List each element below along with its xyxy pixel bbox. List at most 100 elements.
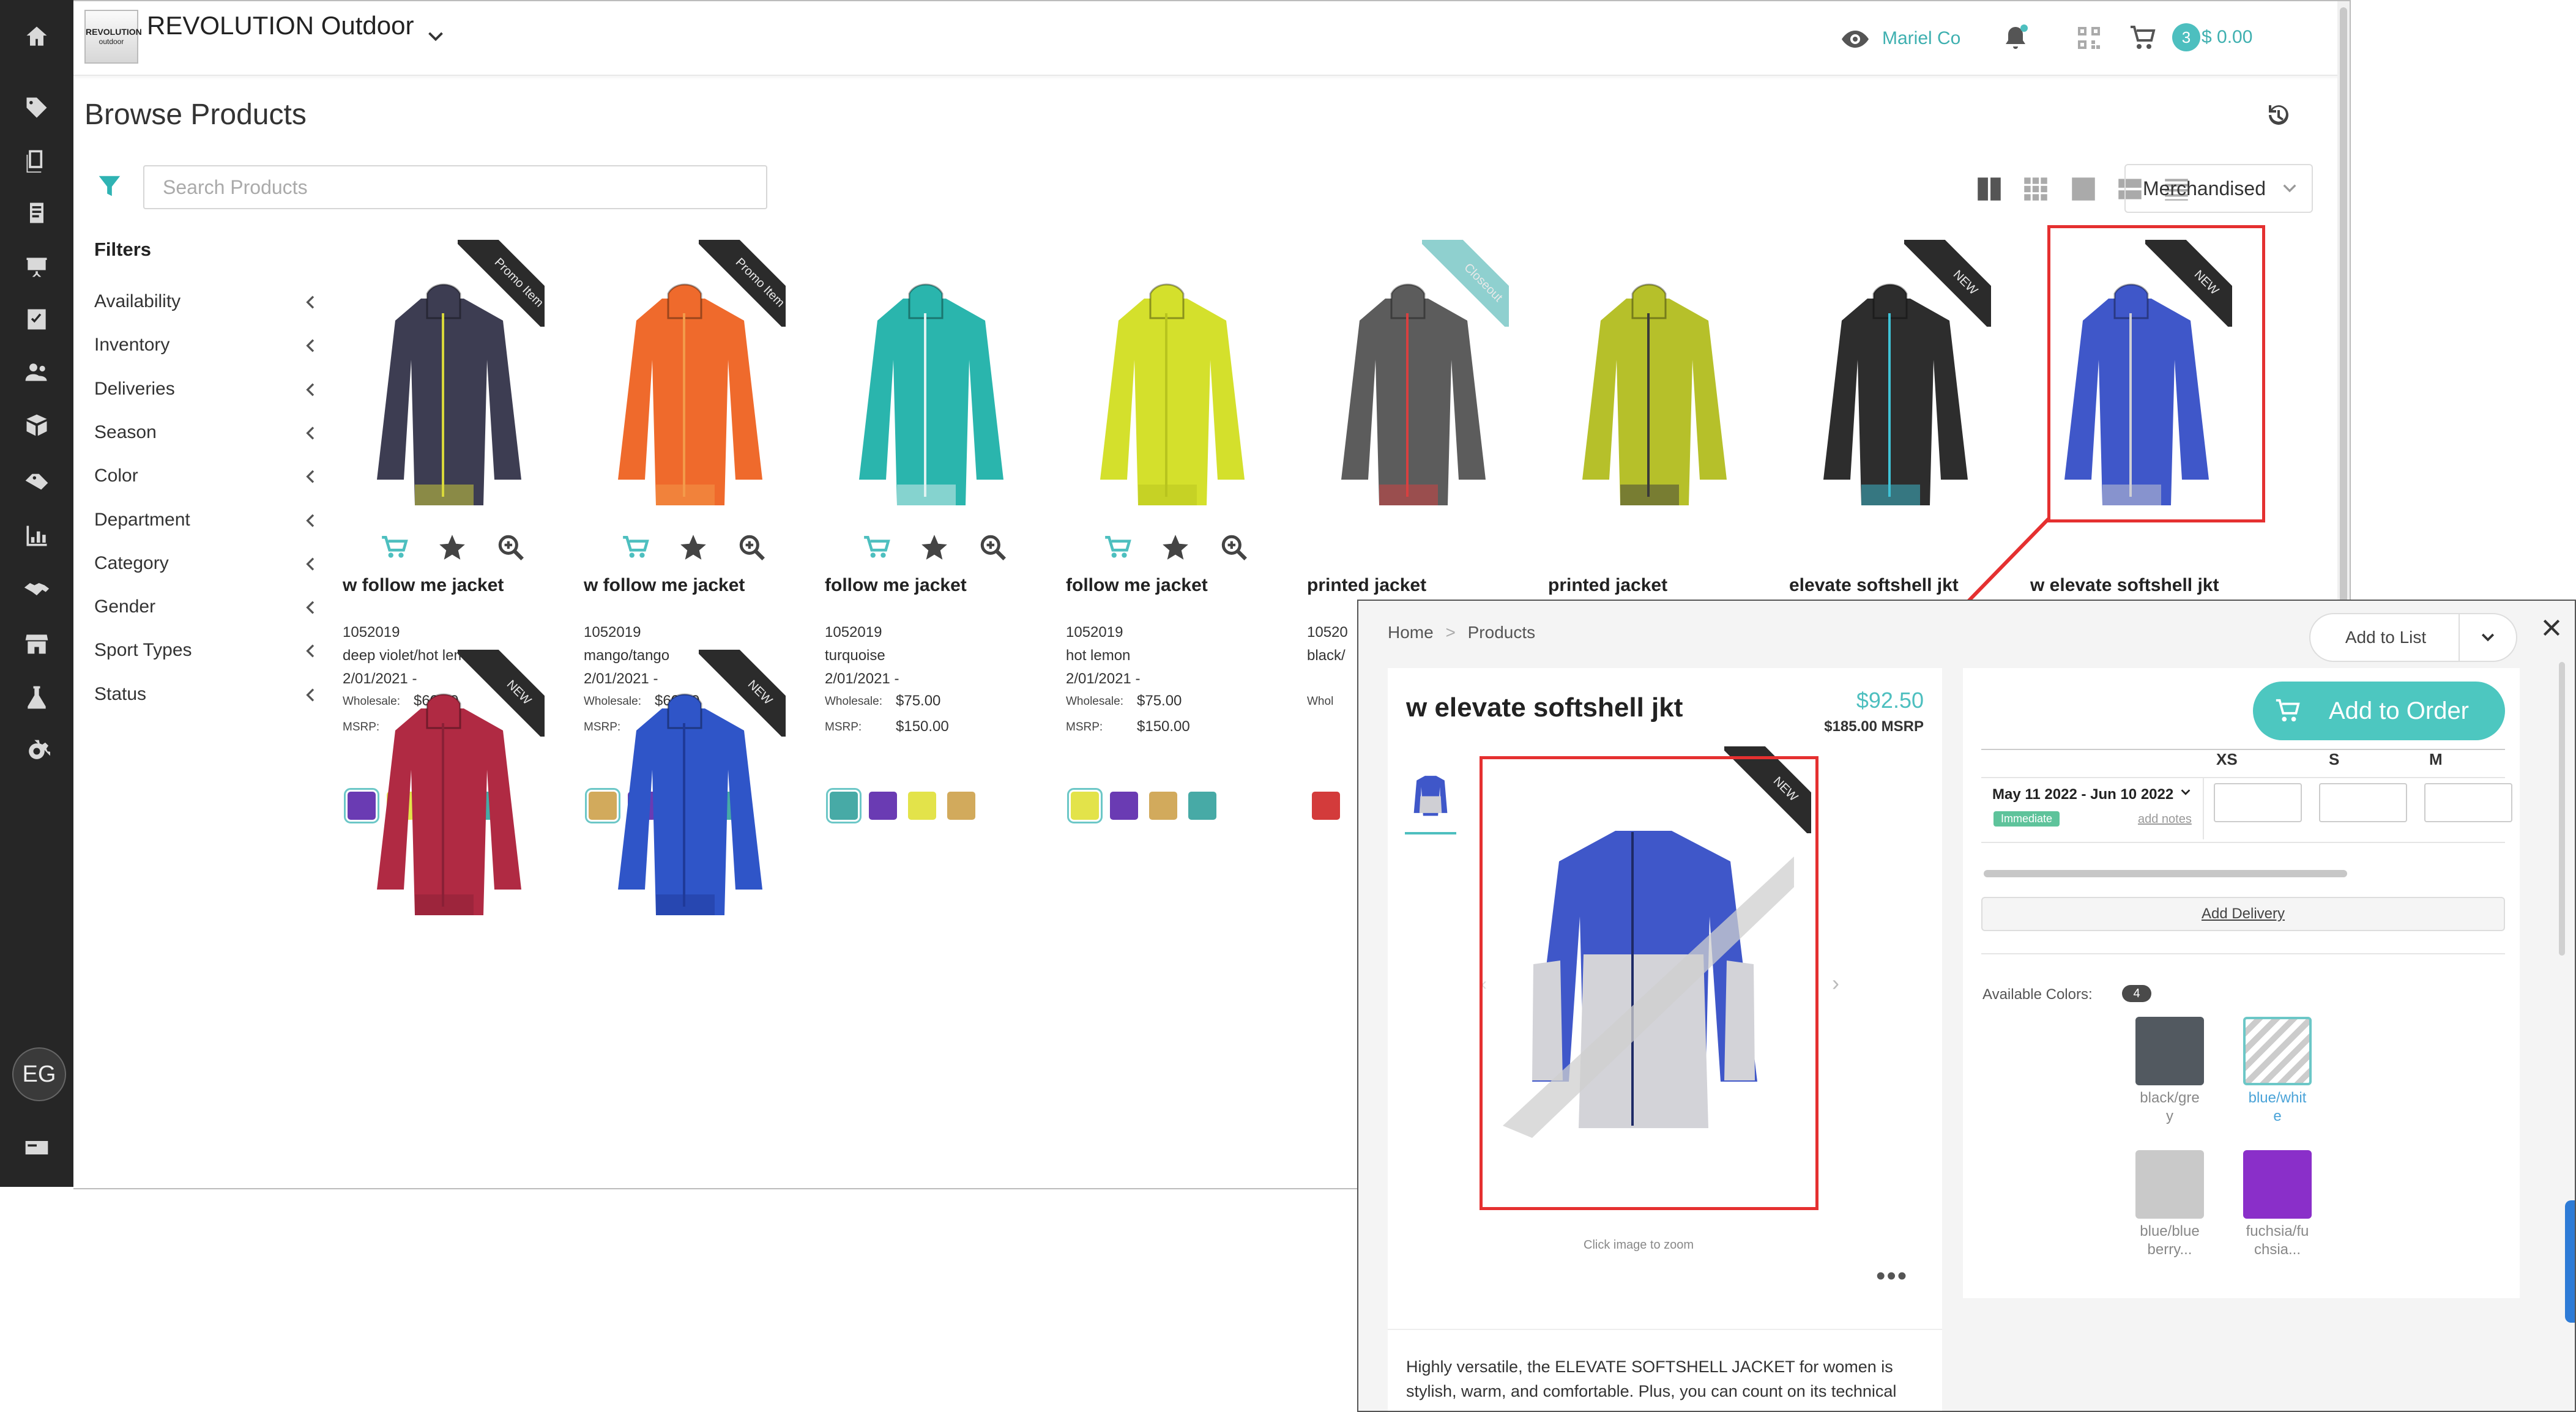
product-name[interactable]: w follow me jacket xyxy=(584,575,745,596)
card-icon[interactable] xyxy=(0,1129,73,1166)
product-name[interactable]: printed jacket xyxy=(1307,575,1426,596)
users-icon[interactable] xyxy=(0,354,73,390)
add-to-cart-icon[interactable] xyxy=(379,532,410,563)
breadcrumb: Home > Products xyxy=(1388,623,1535,642)
qty-input-m[interactable] xyxy=(2424,783,2512,822)
box-icon[interactable] xyxy=(0,406,73,443)
delivery-window-select[interactable]: May 11 2022 - Jun 10 2022 xyxy=(1992,786,2194,803)
horizontal-scrollbar[interactable] xyxy=(1984,870,2347,877)
qty-input-xs[interactable] xyxy=(2214,783,2302,822)
add-to-order-button[interactable]: Add to Order xyxy=(2253,682,2505,740)
color-swatch[interactable] xyxy=(2243,1017,2312,1085)
favorite-star-icon[interactable] xyxy=(678,532,709,563)
color-swatch[interactable] xyxy=(2135,1017,2204,1085)
favorite-star-icon[interactable] xyxy=(1160,532,1191,563)
product-msrp: $185.00 MSRP xyxy=(1824,718,1924,735)
catalog-icon[interactable] xyxy=(0,142,73,179)
breadcrumb-home[interactable]: Home xyxy=(1388,623,1434,642)
product-actions xyxy=(862,532,1021,563)
add-to-cart-icon[interactable] xyxy=(620,532,651,563)
home-icon[interactable] xyxy=(0,18,73,55)
zoom-icon[interactable] xyxy=(1219,532,1249,563)
close-icon[interactable] xyxy=(2539,615,2564,640)
product-card[interactable]: follow me jacket 1052019 hot lemon 2/01/202… xyxy=(1066,240,1268,823)
product-card[interactable]: printed jacket xyxy=(1548,240,1750,656)
product-ribbon: NEW xyxy=(1904,240,1991,327)
product-number: 10520 xyxy=(1307,624,1348,641)
cart-icon xyxy=(2276,699,2300,722)
favorite-star-icon[interactable] xyxy=(919,532,950,563)
thumbnail[interactable] xyxy=(1407,765,1454,826)
product-card[interactable]: Promo Item w follow me jacket 1052019 deep … xyxy=(343,240,545,823)
lab-flask-icon[interactable] xyxy=(0,679,73,716)
scrollbar[interactable] xyxy=(2559,662,2565,956)
color-option[interactable]: blue/blue berry... xyxy=(2135,1150,2215,1259)
thumbnail-underline xyxy=(1405,832,1456,834)
product-image[interactable] xyxy=(1066,240,1268,521)
product-date: 2/01/2021 - xyxy=(1066,671,1141,687)
color-swatch[interactable] xyxy=(1188,792,1216,820)
color-option[interactable]: fuchsia/fu chsia... xyxy=(2243,1150,2323,1259)
color-option[interactable]: black/gre y xyxy=(2135,1017,2215,1126)
store-icon[interactable] xyxy=(0,625,73,662)
favorite-star-icon[interactable] xyxy=(437,532,467,563)
zoom-icon[interactable] xyxy=(496,532,526,563)
sales-tag-icon[interactable] xyxy=(0,460,73,497)
wholesale-price: $75.00 xyxy=(896,693,941,709)
document-icon[interactable] xyxy=(0,195,73,231)
color-swatch[interactable] xyxy=(1149,792,1177,820)
product-card[interactable]: Promo Item w follow me jacket 1052019 mango… xyxy=(584,240,786,823)
tag-icon[interactable] xyxy=(0,89,73,126)
product-image[interactable] xyxy=(1548,240,1750,521)
chevron-down-icon xyxy=(2481,633,2495,642)
product-name[interactable]: printed jacket xyxy=(1548,575,1667,596)
chart-icon[interactable] xyxy=(0,518,73,554)
user-avatar[interactable]: EG xyxy=(12,1047,66,1101)
color-swatch[interactable] xyxy=(1312,792,1340,820)
divider xyxy=(1981,777,2505,778)
available-colors-label: Available Colors: xyxy=(1982,986,2093,1003)
color-swatch[interactable] xyxy=(1067,788,1103,823)
checklist-icon[interactable] xyxy=(0,301,73,338)
quick-view-panel: Home > Products Add to List w elevate so… xyxy=(1357,600,2576,1412)
product-name[interactable]: follow me jacket xyxy=(825,575,967,596)
product-name[interactable]: follow me jacket xyxy=(1066,575,1208,596)
zoom-icon[interactable] xyxy=(978,532,1008,563)
add-to-list-dropdown[interactable] xyxy=(2459,613,2517,662)
msrp-label: MSRP: xyxy=(825,721,862,734)
color-swatch[interactable] xyxy=(947,792,975,820)
zoom-icon[interactable] xyxy=(737,532,767,563)
color-option[interactable]: blue/whit e xyxy=(2243,1017,2323,1126)
color-swatch[interactable] xyxy=(2243,1150,2312,1219)
side-tab[interactable] xyxy=(2565,1200,2575,1323)
color-swatch[interactable] xyxy=(1110,792,1138,820)
product-ribbon: Closeout xyxy=(1422,240,1509,327)
wholesale-label: Wholesale: xyxy=(825,695,882,708)
wholesale-label: Whol xyxy=(1307,695,1334,708)
product-card[interactable]: NEW xyxy=(343,650,545,1066)
product-color: turquoise xyxy=(825,647,885,664)
add-delivery-button[interactable]: Add Delivery xyxy=(1981,897,2505,931)
qty-input-s[interactable] xyxy=(2319,783,2407,822)
add-notes-link[interactable]: add notes xyxy=(2138,812,2192,827)
add-to-cart-icon[interactable] xyxy=(1103,532,1133,563)
add-to-cart-icon[interactable] xyxy=(862,532,892,563)
presentation-icon[interactable] xyxy=(0,248,73,285)
product-card[interactable]: NEW xyxy=(584,650,786,1066)
product-card[interactable]: Closeout printed jacket 10520 black/Whol xyxy=(1307,240,1509,820)
color-swatch[interactable] xyxy=(869,792,897,820)
more-options-icon[interactable]: ••• xyxy=(1876,1263,1908,1290)
color-swatch[interactable] xyxy=(826,788,862,823)
product-date: 2/01/2021 - xyxy=(825,671,899,687)
add-to-list-button[interactable]: Add to List xyxy=(2309,613,2462,662)
next-image-icon[interactable]: › xyxy=(1832,970,1839,996)
color-swatch[interactable] xyxy=(2135,1150,2204,1219)
handshake-icon[interactable] xyxy=(0,571,73,608)
product-card[interactable]: follow me jacket 1052019 turquoise 2/01/202… xyxy=(825,240,1027,823)
breadcrumb-products[interactable]: Products xyxy=(1468,623,1536,642)
color-swatch[interactable] xyxy=(908,792,936,820)
gear-icon[interactable] xyxy=(0,733,73,770)
product-name[interactable]: w follow me jacket xyxy=(343,575,504,596)
product-image[interactable] xyxy=(825,240,1027,521)
color-swatches xyxy=(825,788,1033,828)
